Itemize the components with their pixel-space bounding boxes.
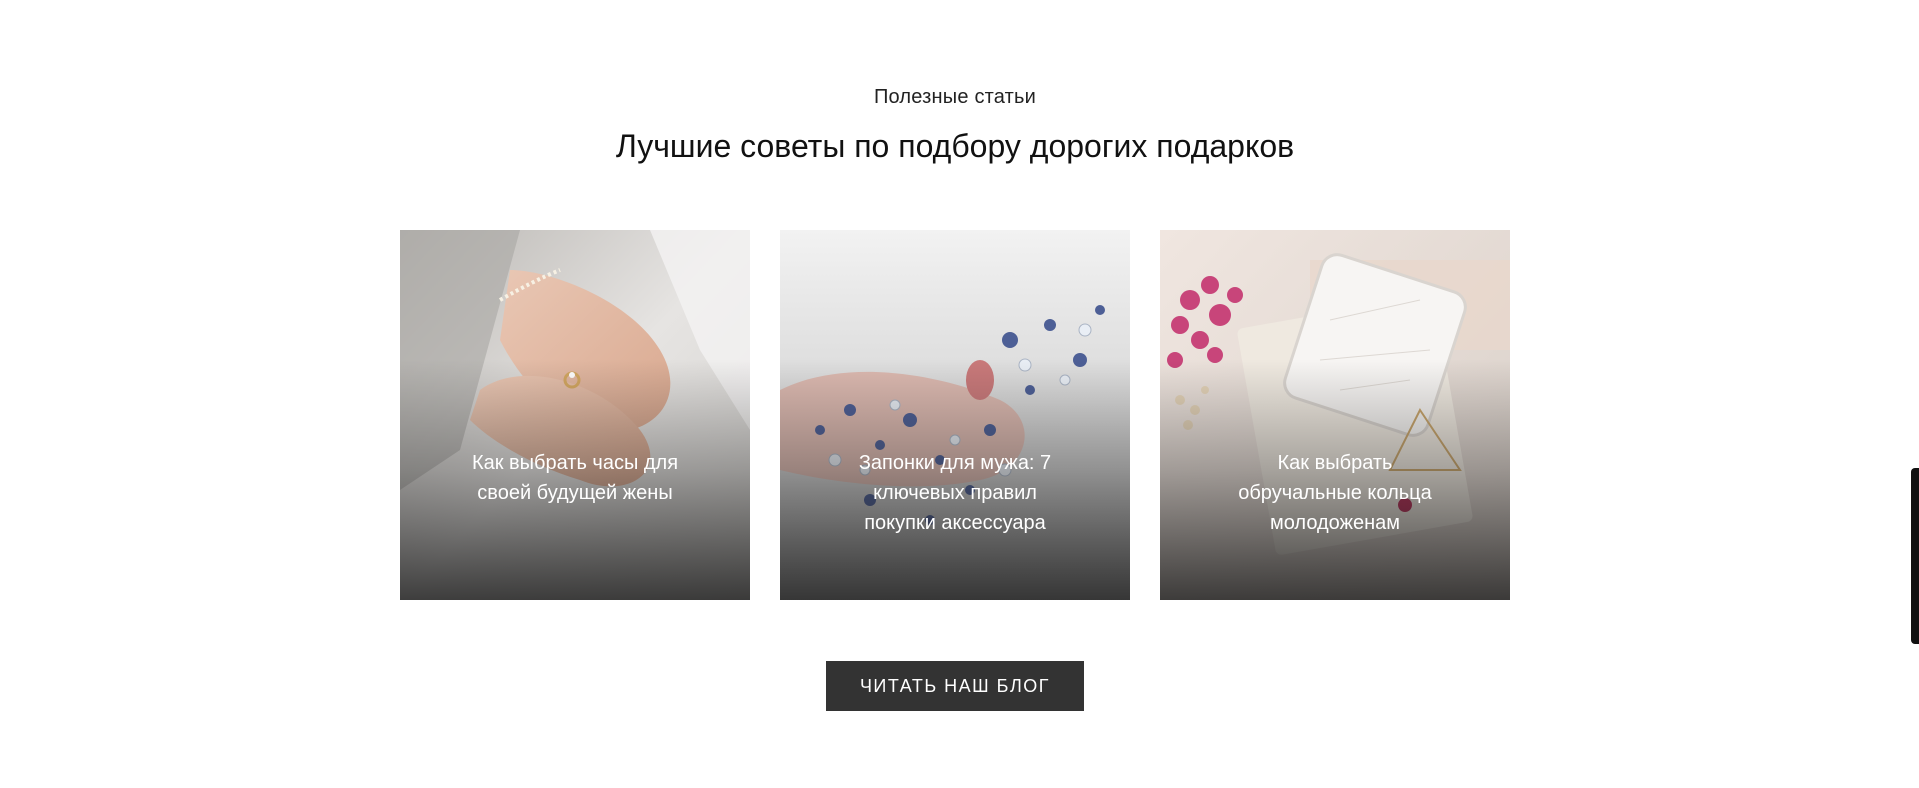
- section-heading: Лучшие советы по подбору дорогих подарко…: [615, 128, 1295, 164]
- article-title[interactable]: Запонки для мужа: 7 ключевых правил поку…: [850, 448, 1060, 538]
- section-eyebrow: Полезные статьи: [873, 86, 1037, 108]
- article-title[interactable]: Как выбрать часы для своей будущей жены: [470, 448, 680, 508]
- image-overlay: [1160, 230, 1510, 600]
- article-title[interactable]: Как выбрать обручальные кольца молодожен…: [1230, 448, 1440, 538]
- article-card-watches[interactable]: Как выбрать часы для своей будущей жены: [400, 230, 750, 600]
- articles-section: Полезные статьи Лучшие советы по подбору…: [0, 0, 1919, 788]
- scrollbar-thumb[interactable]: [1911, 468, 1919, 644]
- image-overlay: [400, 230, 750, 600]
- read-blog-button[interactable]: ЧИТАТЬ НАШ БЛОГ: [826, 661, 1084, 711]
- article-card-cufflinks[interactable]: Запонки для мужа: 7 ключевых правил поку…: [780, 230, 1130, 600]
- article-card-wedding-rings[interactable]: Как выбрать обручальные кольца молодожен…: [1160, 230, 1510, 600]
- article-cards: Как выбрать часы для своей будущей жены: [400, 230, 1511, 600]
- image-overlay: [780, 230, 1130, 600]
